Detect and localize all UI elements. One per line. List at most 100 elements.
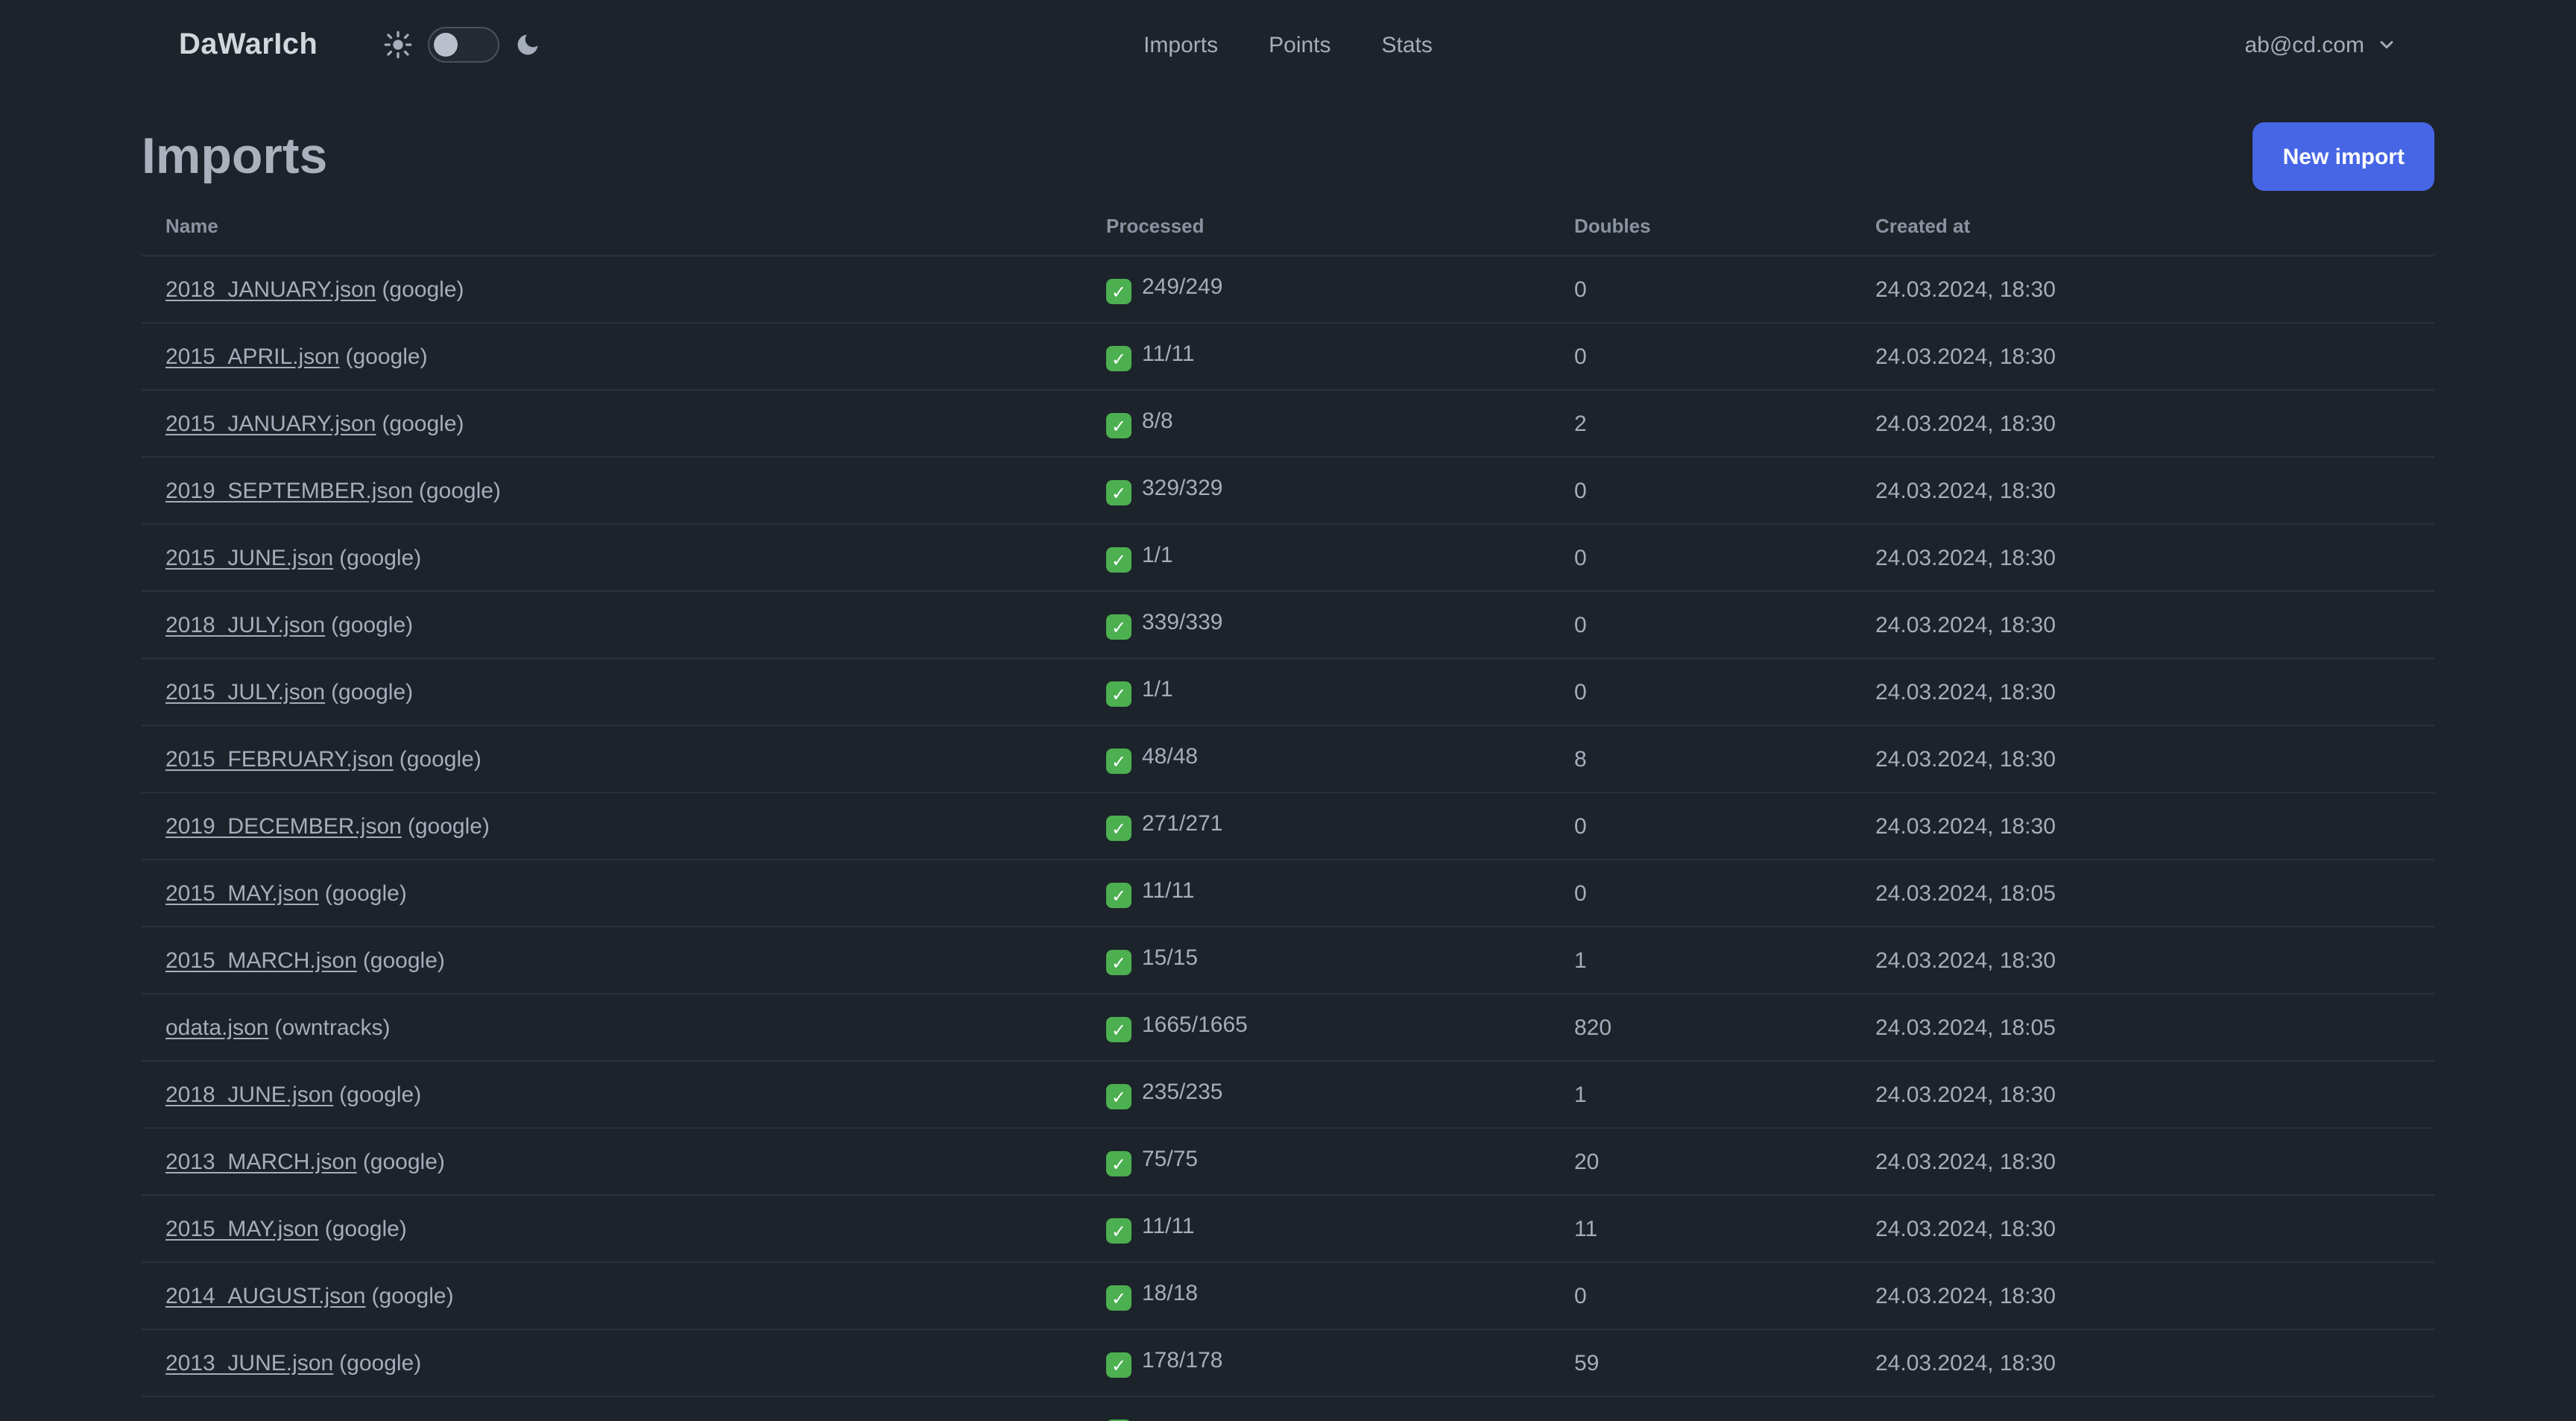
nav-link-imports[interactable]: Imports bbox=[1143, 32, 1218, 57]
doubles-count: 59 bbox=[1550, 1329, 1852, 1397]
name-cell bbox=[142, 1396, 1082, 1421]
app-logo[interactable]: DaWarIch bbox=[179, 28, 318, 62]
table-row: 2019_SEPTEMBER.json (google) ✓ 329/329 0 2… bbox=[142, 457, 2434, 525]
success-check-icon: ✓ bbox=[1106, 950, 1131, 976]
import-file-link[interactable]: 2015_APRIL.json bbox=[165, 344, 340, 369]
table-row: 2015_APRIL.json (google) ✓ 11/11 0 24.03.2… bbox=[142, 323, 2434, 391]
created-at-value bbox=[1852, 1396, 2434, 1421]
created-at-value: 24.03.2024, 18:30 bbox=[1852, 1128, 2434, 1196]
import-source-label: (owntracks) bbox=[274, 1015, 391, 1040]
processed-cell: ✓ bbox=[1082, 1396, 1550, 1421]
created-at-value: 24.03.2024, 18:30 bbox=[1852, 256, 2434, 324]
name-cell: odata.json (owntracks) bbox=[142, 994, 1082, 1062]
created-at-value: 24.03.2024, 18:30 bbox=[1852, 725, 2434, 793]
chevron-down-icon bbox=[2376, 34, 2397, 55]
import-file-link[interactable]: 2015_JANUARY.json bbox=[165, 411, 376, 436]
import-file-link[interactable]: 2015_MAY.json bbox=[165, 1216, 319, 1241]
new-import-button[interactable]: New import bbox=[2253, 122, 2434, 191]
name-cell: 2015_MAY.json (google) bbox=[142, 860, 1082, 927]
import-file-link[interactable]: 2015_JUNE.json bbox=[165, 545, 333, 570]
import-source-label: (google) bbox=[339, 545, 422, 570]
doubles-count bbox=[1550, 1396, 1852, 1421]
import-file-link[interactable]: 2018_JANUARY.json bbox=[165, 277, 376, 302]
processed-count: 178/178 bbox=[1142, 1347, 1223, 1373]
import-file-link[interactable]: 2018_JUNE.json bbox=[165, 1082, 333, 1107]
imports-table: Name Processed Doubles Created at 2018_J… bbox=[142, 200, 2434, 1421]
name-cell: 2015_APRIL.json (google) bbox=[142, 323, 1082, 391]
import-file-link[interactable]: 2018_JULY.json bbox=[165, 612, 325, 637]
name-cell: 2019_SEPTEMBER.json (google) bbox=[142, 457, 1082, 525]
name-cell: 2018_JULY.json (google) bbox=[142, 591, 1082, 659]
processed-count: 235/235 bbox=[1142, 1079, 1223, 1105]
created-at-value: 24.03.2024, 18:30 bbox=[1852, 323, 2434, 391]
created-at-value: 24.03.2024, 18:30 bbox=[1852, 524, 2434, 592]
processed-count: 249/249 bbox=[1142, 274, 1223, 300]
name-cell: 2018_JANUARY.json (google) bbox=[142, 256, 1082, 324]
import-source-label: (google) bbox=[371, 1283, 454, 1308]
name-cell: 2019_DECEMBER.json (google) bbox=[142, 793, 1082, 860]
processed-cell: ✓ 11/11 bbox=[1082, 323, 1550, 391]
column-header-name: Name bbox=[142, 200, 1082, 256]
doubles-count: 0 bbox=[1550, 793, 1852, 860]
import-file-link[interactable]: 2015_MAY.json bbox=[165, 880, 319, 906]
import-file-link[interactable]: odata.json bbox=[165, 1015, 268, 1040]
import-file-link[interactable]: 2019_DECEMBER.json bbox=[165, 813, 402, 839]
created-at-value: 24.03.2024, 18:30 bbox=[1852, 1329, 2434, 1397]
processed-cell: ✓ 18/18 bbox=[1082, 1262, 1550, 1330]
table-row: 2015_MARCH.json (google) ✓ 15/15 1 24.03.2… bbox=[142, 927, 2434, 995]
created-at-value: 24.03.2024, 18:30 bbox=[1852, 793, 2434, 860]
nav-link-points[interactable]: Points bbox=[1269, 32, 1330, 57]
page-header: Imports New import bbox=[142, 119, 2434, 194]
processed-count: 75/75 bbox=[1142, 1146, 1199, 1172]
table-row: 2018_JANUARY.json (google) ✓ 249/249 0 24.… bbox=[142, 256, 2434, 324]
created-at-value: 24.03.2024, 18:30 bbox=[1852, 658, 2434, 726]
theme-toggle bbox=[383, 27, 541, 63]
processed-count: 1/1 bbox=[1142, 542, 1173, 568]
column-header-doubles: Doubles bbox=[1550, 200, 1852, 256]
success-check-icon: ✓ bbox=[1106, 816, 1131, 842]
processed-cell: ✓ 11/11 bbox=[1082, 860, 1550, 927]
doubles-count: 0 bbox=[1550, 524, 1852, 592]
doubles-count: 0 bbox=[1550, 323, 1852, 391]
processed-cell: ✓ 1665/1665 bbox=[1082, 994, 1550, 1062]
page-title: Imports bbox=[142, 127, 328, 184]
success-check-icon: ✓ bbox=[1106, 749, 1131, 775]
success-check-icon: ✓ bbox=[1106, 1218, 1131, 1244]
nav-link-stats[interactable]: Stats bbox=[1382, 32, 1433, 57]
table-row: ✓ bbox=[142, 1396, 2434, 1421]
import-file-link[interactable]: 2015_MARCH.json bbox=[165, 948, 357, 973]
processed-count: 11/11 bbox=[1142, 878, 1195, 904]
success-check-icon: ✓ bbox=[1106, 883, 1131, 909]
name-cell: 2018_JUNE.json (google) bbox=[142, 1061, 1082, 1129]
account-menu[interactable]: ab@cd.com bbox=[2244, 32, 2397, 57]
processed-cell: ✓ 249/249 bbox=[1082, 256, 1550, 324]
success-check-icon: ✓ bbox=[1106, 614, 1131, 640]
table-row: 2018_JUNE.json (google) ✓ 235/235 1 24.03.… bbox=[142, 1061, 2434, 1129]
doubles-count: 0 bbox=[1550, 591, 1852, 659]
import-file-link[interactable]: 2013_MARCH.json bbox=[165, 1149, 357, 1174]
table-row: 2018_JULY.json (google) ✓ 339/339 0 24.03.… bbox=[142, 591, 2434, 659]
processed-cell: ✓ 48/48 bbox=[1082, 725, 1550, 793]
import-file-link[interactable]: 2013_JUNE.json bbox=[165, 1350, 333, 1376]
import-file-link[interactable]: 2019_SEPTEMBER.json bbox=[165, 478, 413, 503]
success-check-icon: ✓ bbox=[1106, 1084, 1131, 1110]
success-check-icon: ✓ bbox=[1106, 681, 1131, 708]
processed-cell: ✓ 329/329 bbox=[1082, 457, 1550, 525]
import-source-label: (google) bbox=[382, 277, 464, 302]
doubles-count: 0 bbox=[1550, 256, 1852, 324]
table-row: 2015_MAY.json (google) ✓ 11/11 0 24.03.202… bbox=[142, 860, 2434, 927]
table-row: odata.json (owntracks) ✓ 1665/1665 820 24.… bbox=[142, 994, 2434, 1062]
processed-cell: ✓ 178/178 bbox=[1082, 1329, 1550, 1397]
doubles-count: 820 bbox=[1550, 994, 1852, 1062]
import-file-link[interactable]: 2015_JULY.json bbox=[165, 679, 325, 705]
import-source-label: (google) bbox=[324, 1216, 407, 1241]
success-check-icon: ✓ bbox=[1106, 1285, 1131, 1311]
theme-toggle-switch[interactable] bbox=[428, 27, 500, 63]
import-file-link[interactable]: 2014_AUGUST.json bbox=[165, 1283, 366, 1308]
import-file-link[interactable]: 2015_FEBRUARY.json bbox=[165, 746, 394, 772]
success-check-icon: ✓ bbox=[1106, 346, 1131, 372]
name-cell: 2013_MARCH.json (google) bbox=[142, 1128, 1082, 1196]
name-cell: 2015_FEBRUARY.json (google) bbox=[142, 725, 1082, 793]
processed-count: 329/329 bbox=[1142, 475, 1223, 501]
doubles-count: 0 bbox=[1550, 860, 1852, 927]
